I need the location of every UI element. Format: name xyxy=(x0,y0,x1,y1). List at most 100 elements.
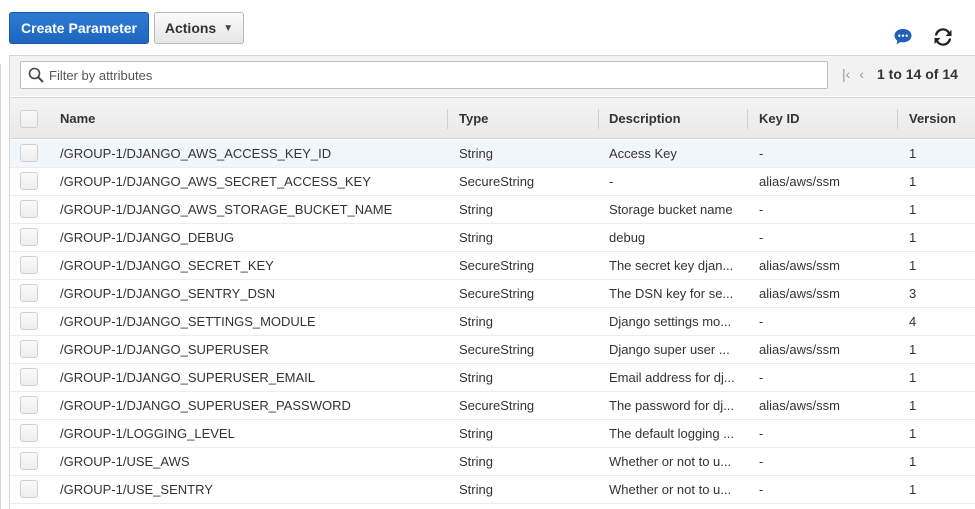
row-checkbox[interactable] xyxy=(20,144,38,162)
parameter-name[interactable]: /GROUP-1/USE_SENTRY xyxy=(60,476,445,503)
column-header-description[interactable]: Description xyxy=(609,98,739,138)
parameter-key-id: - xyxy=(759,145,764,161)
parameter-version: 1 xyxy=(909,369,917,385)
first-page-icon[interactable]: |‹ xyxy=(842,66,850,82)
parameter-description: Access Key xyxy=(609,145,677,161)
parameter-version: 1 xyxy=(909,257,917,273)
parameter-description: Django super user ... xyxy=(609,341,730,357)
row-checkbox[interactable] xyxy=(20,340,38,358)
parameter-version: 1 xyxy=(909,481,917,497)
parameter-key-id: - xyxy=(759,313,764,329)
parameter-description: Django settings mo... xyxy=(609,313,732,329)
parameter-version: 1 xyxy=(909,145,917,161)
row-checkbox[interactable] xyxy=(20,452,38,470)
parameter-key-id: alias/aws/ssm xyxy=(759,397,840,413)
parameter-key-id: - xyxy=(759,425,764,441)
chat-bubble-icon[interactable] xyxy=(893,27,913,47)
table-row[interactable]: /GROUP-1/DJANGO_DEBUG String debug - 1 xyxy=(10,224,975,252)
column-divider xyxy=(447,109,448,129)
parameter-name[interactable]: /GROUP-1/DJANGO_SENTRY_DSN xyxy=(60,280,445,307)
parameter-name[interactable]: /GROUP-1/DJANGO_SECRET_KEY xyxy=(60,252,445,279)
parameter-description: Whether or not to u... xyxy=(609,481,732,497)
column-header-type[interactable]: Type xyxy=(459,98,595,138)
filter-search-box[interactable] xyxy=(20,61,828,89)
parameter-type: SecureString xyxy=(459,285,535,301)
parameter-name[interactable]: /GROUP-1/LOGGING_LEVEL xyxy=(60,420,445,447)
column-header-version[interactable]: Version xyxy=(909,98,969,138)
row-checkbox[interactable] xyxy=(20,256,38,274)
previous-page-icon[interactable]: ‹ xyxy=(859,66,864,82)
parameter-type: String xyxy=(459,229,493,245)
parameter-description: The password for dj... xyxy=(609,397,734,413)
row-checkbox[interactable] xyxy=(20,172,38,190)
table-row[interactable]: /GROUP-1/DJANGO_SUPERUSER_EMAIL String E… xyxy=(10,364,975,392)
parameter-version: 1 xyxy=(909,201,917,217)
table-row[interactable]: /GROUP-1/DJANGO_SECRET_KEY SecureString … xyxy=(10,252,975,280)
filter-bar: |‹ ‹ 1 to 14 of 14 xyxy=(10,56,975,96)
column-header-name[interactable]: Name xyxy=(60,98,445,138)
parameter-type: SecureString xyxy=(459,341,535,357)
search-icon xyxy=(28,67,44,83)
parameter-description: The default logging ... xyxy=(609,425,735,441)
actions-dropdown-button[interactable]: Actions ▼ xyxy=(154,12,244,44)
row-checkbox[interactable] xyxy=(20,368,38,386)
create-parameter-button[interactable]: Create Parameter xyxy=(9,12,149,44)
pagination-range: 1 to 14 of 14 xyxy=(876,66,958,82)
filter-input[interactable] xyxy=(49,67,827,83)
table-row[interactable]: /GROUP-1/DJANGO_AWS_STORAGE_BUCKET_NAME … xyxy=(10,196,975,224)
row-checkbox[interactable] xyxy=(20,480,38,498)
table-row[interactable]: /GROUP-1/LOGGING_LEVEL String The defaul… xyxy=(10,420,975,448)
create-parameter-label: Create Parameter xyxy=(21,20,137,36)
parameter-type: String xyxy=(459,145,493,161)
parameter-description: - xyxy=(609,173,614,189)
parameter-version: 4 xyxy=(909,313,917,329)
table-row[interactable]: /GROUP-1/DJANGO_SUPERUSER SecureString D… xyxy=(10,336,975,364)
parameter-key-id: - xyxy=(759,453,764,469)
row-checkbox[interactable] xyxy=(20,312,38,330)
row-checkbox[interactable] xyxy=(20,228,38,246)
row-checkbox[interactable] xyxy=(20,396,38,414)
parameter-version: 1 xyxy=(909,341,917,357)
parameter-name[interactable]: /GROUP-1/DJANGO_SUPERUSER_EMAIL xyxy=(60,364,445,391)
row-checkbox[interactable] xyxy=(20,284,38,302)
parameter-type: SecureString xyxy=(459,257,535,273)
refresh-icon[interactable] xyxy=(932,26,954,48)
pagination: |‹ ‹ 1 to 14 of 14 xyxy=(842,66,958,82)
column-divider xyxy=(747,109,748,129)
parameter-key-id: - xyxy=(759,481,764,497)
parameter-name[interactable]: /GROUP-1/DJANGO_AWS_STORAGE_BUCKET_NAME xyxy=(60,196,445,223)
parameter-name[interactable]: /GROUP-1/DJANGO_SUPERUSER xyxy=(60,336,445,363)
parameter-description: Email address for dj... xyxy=(609,369,735,385)
table-row[interactable]: /GROUP-1/DJANGO_SETTINGS_MODULE String D… xyxy=(10,308,975,336)
parameter-type: String xyxy=(459,425,493,441)
table-row[interactable]: /GROUP-1/DJANGO_AWS_ACCESS_KEY_ID String… xyxy=(10,140,975,168)
parameter-name[interactable]: /GROUP-1/DJANGO_AWS_SECRET_ACCESS_KEY xyxy=(60,168,445,195)
parameter-name[interactable]: /GROUP-1/DJANGO_DEBUG xyxy=(60,224,445,251)
parameter-description: debug xyxy=(609,229,646,245)
column-divider xyxy=(897,109,898,129)
table-row[interactable]: /GROUP-1/DJANGO_SENTRY_DSN SecureString … xyxy=(10,280,975,308)
parameter-name[interactable]: /GROUP-1/USE_AWS xyxy=(60,448,445,475)
select-all-checkbox[interactable] xyxy=(20,110,38,128)
parameter-name[interactable]: /GROUP-1/DJANGO_SETTINGS_MODULE xyxy=(60,308,445,335)
actions-label: Actions xyxy=(164,20,217,36)
row-checkbox[interactable] xyxy=(20,424,38,442)
table-row[interactable]: /GROUP-1/DJANGO_SUPERUSER_PASSWORD Secur… xyxy=(10,392,975,420)
parameter-description: Whether or not to u... xyxy=(609,453,732,469)
table-row[interactable]: /GROUP-1/USE_AWS String Whether or not t… xyxy=(10,448,975,476)
table-row[interactable]: /GROUP-1/USE_SENTRY String Whether or no… xyxy=(10,476,975,504)
parameter-type: SecureString xyxy=(459,397,535,413)
parameter-version: 1 xyxy=(909,173,917,189)
chevron-down-icon: ▼ xyxy=(223,22,234,34)
page-edge xyxy=(0,64,2,509)
column-header-key-id[interactable]: Key ID xyxy=(759,98,899,138)
parameter-name[interactable]: /GROUP-1/DJANGO_SUPERUSER_PASSWORD xyxy=(60,392,445,419)
table-row[interactable]: /GROUP-1/DJANGO_AWS_SECRET_ACCESS_KEY Se… xyxy=(10,168,975,196)
toolbar: Create Parameter Actions ▼ xyxy=(0,0,975,56)
row-checkbox[interactable] xyxy=(20,200,38,218)
parameter-key-id: - xyxy=(759,201,764,217)
parameter-description: The secret key djan... xyxy=(609,257,734,273)
parameter-type: String xyxy=(459,313,493,329)
parameter-name[interactable]: /GROUP-1/DJANGO_AWS_ACCESS_KEY_ID xyxy=(60,140,445,167)
parameter-version: 1 xyxy=(909,425,917,441)
